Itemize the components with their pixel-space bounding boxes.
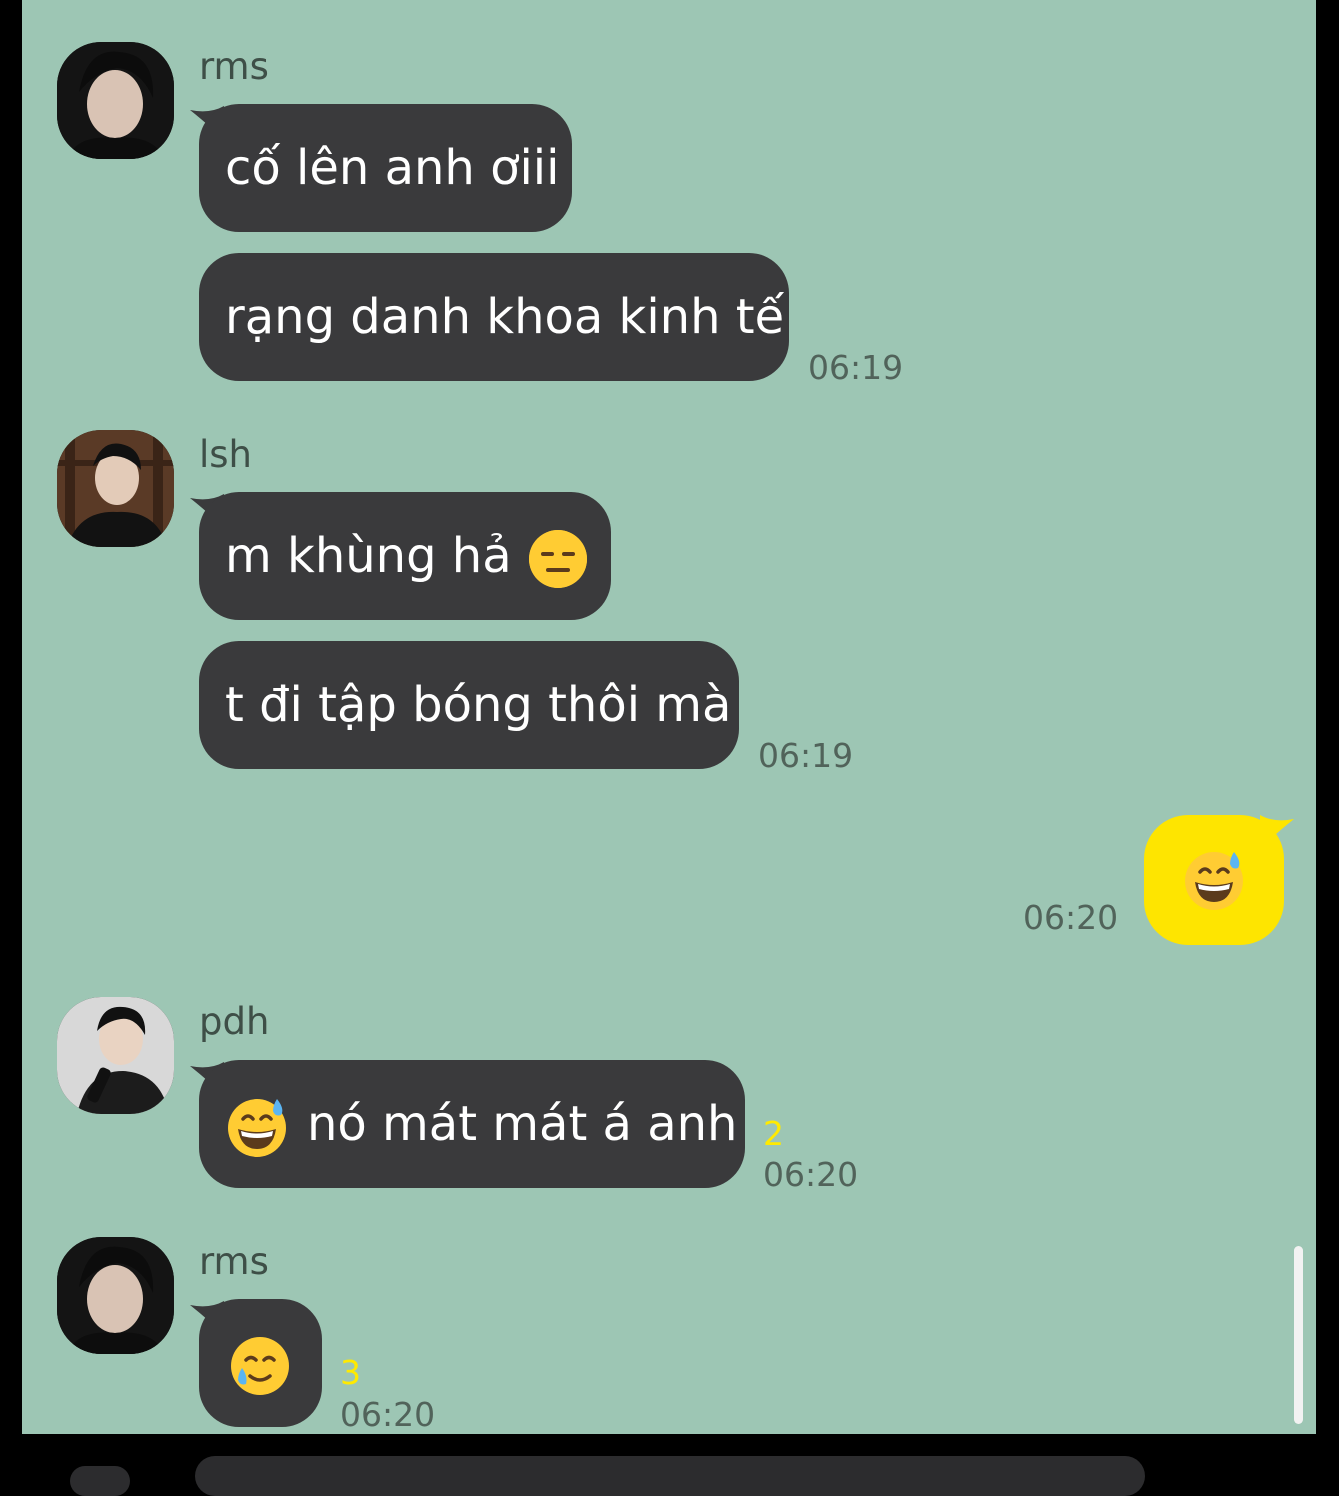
avatar[interactable] bbox=[57, 42, 174, 159]
message-text: rạng danh khoa kinh tế bbox=[225, 289, 785, 345]
scrollbar[interactable] bbox=[1294, 1246, 1303, 1424]
avatar[interactable] bbox=[57, 1237, 174, 1354]
smiling-tear-icon bbox=[231, 1337, 289, 1395]
attach-button[interactable] bbox=[70, 1466, 130, 1496]
grinning-sweat-icon bbox=[1185, 852, 1243, 910]
sender-name: rms bbox=[199, 45, 269, 88]
message-input[interactable] bbox=[195, 1456, 1145, 1496]
message-time: 06:19 bbox=[808, 348, 904, 387]
message-text: cố lên anh ơiii bbox=[225, 140, 560, 196]
message-bubble[interactable]: t đi tập bóng thôi mà bbox=[199, 641, 739, 769]
message-bubble[interactable] bbox=[199, 1299, 322, 1427]
message-text: nó mát mát á anh bbox=[307, 1096, 738, 1152]
unread-count: 2 bbox=[763, 1114, 784, 1153]
unread-count: 3 bbox=[340, 1353, 361, 1392]
message-text: m khùng hả bbox=[225, 528, 512, 584]
message-bubble[interactable]: cố lên anh ơiii bbox=[199, 104, 572, 232]
message-time: 06:20 bbox=[340, 1395, 436, 1434]
message-bubble[interactable]: m khùng hả bbox=[199, 492, 611, 620]
message-time: 06:20 bbox=[1023, 898, 1119, 937]
sender-name: lsh bbox=[199, 433, 253, 476]
avatar[interactable] bbox=[57, 430, 174, 547]
expressionless-face-icon bbox=[528, 530, 587, 588]
sender-name: pdh bbox=[199, 1000, 270, 1043]
message-text: t đi tập bóng thôi mà bbox=[225, 677, 732, 733]
sender-name: rms bbox=[199, 1240, 269, 1283]
message-time: 06:20 bbox=[763, 1155, 859, 1194]
grinning-sweat-icon bbox=[228, 1099, 286, 1157]
message-bubble[interactable]: nó mát mát á anh bbox=[199, 1060, 745, 1188]
message-bubble[interactable]: rạng danh khoa kinh tế bbox=[199, 253, 789, 381]
message-time: 06:19 bbox=[758, 736, 854, 775]
my-message-bubble[interactable] bbox=[1144, 815, 1284, 945]
avatar[interactable] bbox=[57, 997, 174, 1114]
chat-area[interactable]: rms cố lên anh ơiii rạng danh khoa kinh … bbox=[22, 0, 1316, 1434]
